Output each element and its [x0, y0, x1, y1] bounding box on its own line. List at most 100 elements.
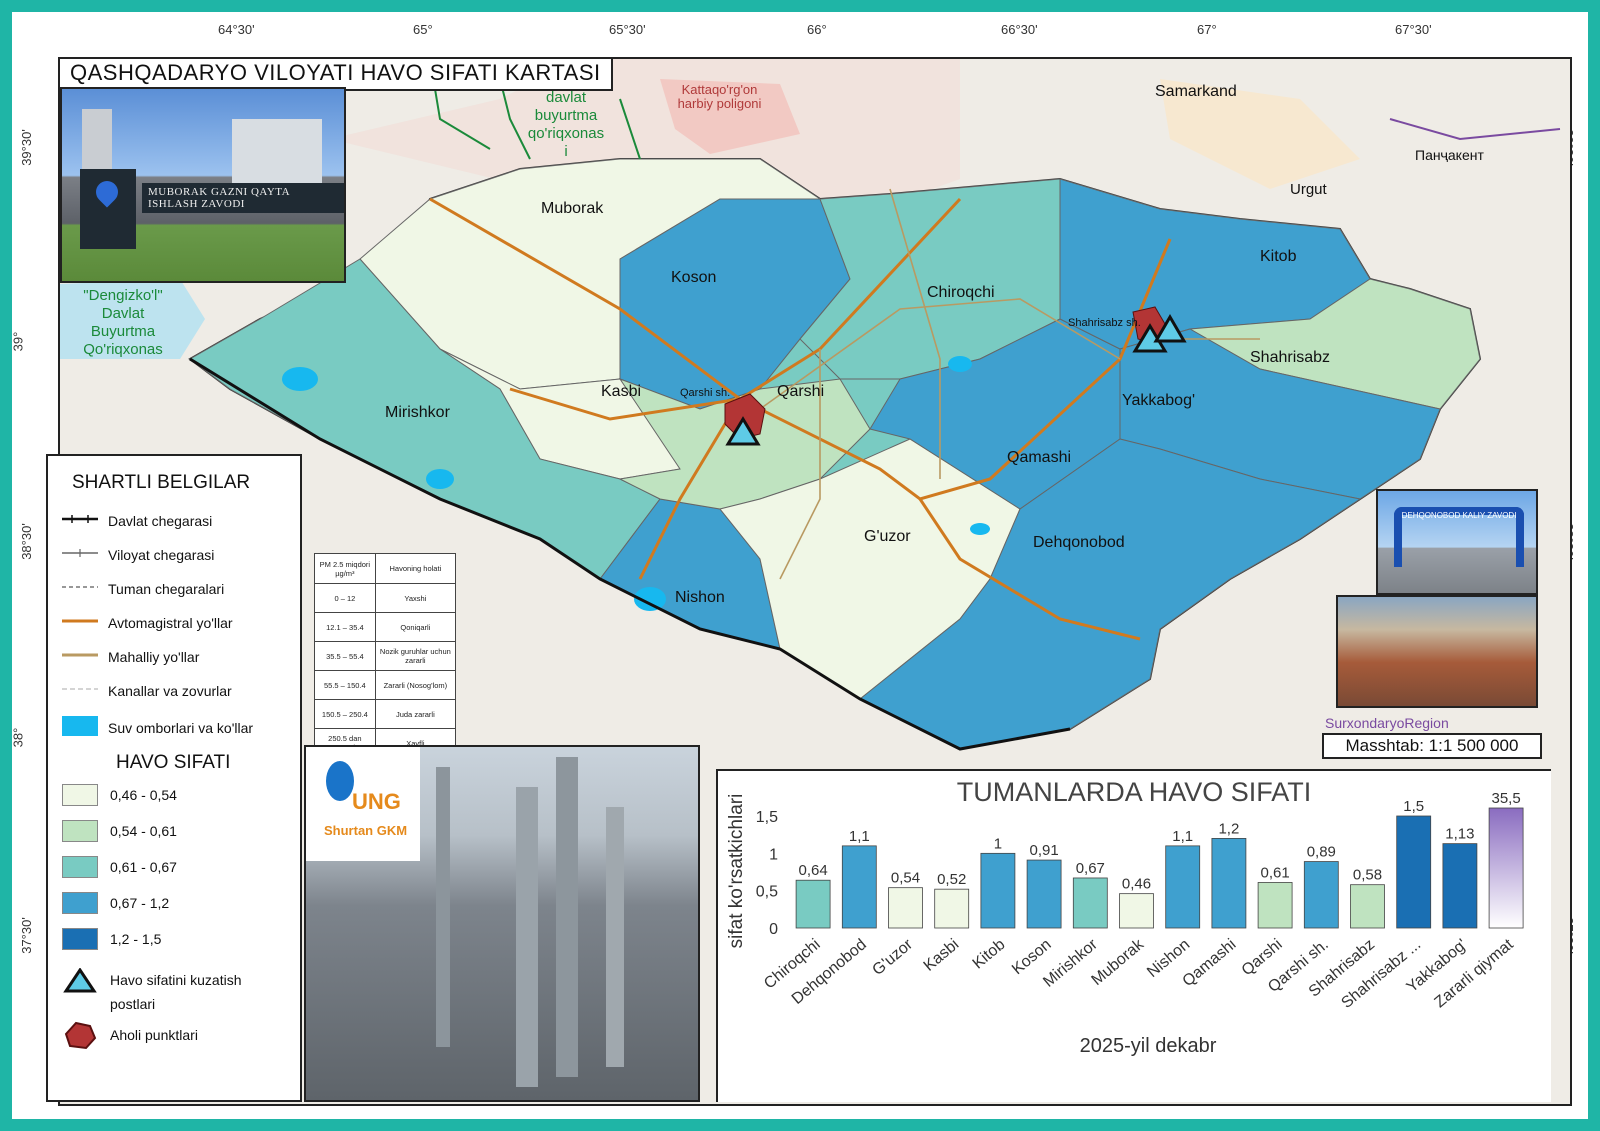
state-line-icon — [62, 512, 98, 529]
air-quality-chart-panel: TUMANLARDA HAVO SIFATI sifat ko'rsatkichl… — [716, 769, 1551, 1102]
photo-caption-dehqonobod: DEHQONOBOD KALIY ZAVODI — [1401, 511, 1517, 520]
district-label-chiroqchi: Chiroqchi — [927, 284, 995, 301]
legend-line-region: Viloyat chegarasi — [62, 546, 214, 563]
chart-y-tick-label: 1,5 — [756, 809, 778, 826]
legend-quality-class: 0,46 - 0,54 — [62, 784, 177, 806]
legend-settlement-label: Aholi punktlari — [110, 1027, 198, 1043]
pm25-table: PM 2.5 miqdori µg/m³ Havoning holati 0 –… — [314, 553, 457, 758]
legend-quality-label: 0,46 - 0,54 — [110, 787, 177, 803]
place-samarkand: Samarkand — [1155, 83, 1237, 100]
highway-line-icon — [62, 614, 98, 631]
district-label-kasbi: Kasbi — [601, 383, 642, 400]
place-surxondaryo: SurxondaryoRegion — [1325, 715, 1449, 731]
legend-line-label: Davlat chegarasi — [108, 512, 213, 529]
pm-status-cell: Nozik guruhlar uchun zararli — [374, 641, 457, 671]
legend-station-label: Havo sifatini kuzatish postlari — [110, 972, 242, 1012]
chart-bar — [934, 888, 970, 929]
pm-table-row: 12.1 – 35.4 Qoniqarli — [314, 612, 457, 642]
district-label-kitob: Kitob — [1260, 248, 1297, 265]
legend-line-district: Tuman chegaralari — [62, 580, 224, 597]
legend-line-state: Davlat chegarasi — [62, 512, 212, 529]
legend-quality-class: 0,54 - 0,61 — [62, 820, 177, 842]
chart-data-label: 1,5 — [1403, 798, 1424, 815]
longitude-label-top: 65°30' — [609, 22, 646, 37]
chart-data-label: 0,91 — [1029, 842, 1058, 859]
water-line-icon — [62, 716, 98, 739]
pm-status-cell: Yaxshi — [374, 583, 457, 613]
color-swatch — [62, 928, 98, 950]
chart-category-label: Kitob — [970, 936, 1009, 973]
longitude-label-top: 67°30' — [1395, 22, 1432, 37]
pm-range-cell: 0 – 12 — [314, 583, 376, 613]
longitude-label-top: 67° — [1197, 22, 1217, 37]
place-kattaqorgon: Kattaqo'rg'on harbiy poligoni — [677, 82, 762, 111]
legend-quality-label: 1,2 - 1,5 — [110, 931, 162, 947]
air-quality-chart: TUMANLARDA HAVO SIFATI sifat ko'rsatkichl… — [726, 777, 1524, 1057]
chart-category-label: Muborak — [1088, 935, 1147, 989]
chart-bar — [841, 845, 877, 929]
shurtan-logo-text: UNG — [352, 789, 401, 814]
legend-line-water: Suv omborlari va ko'llar — [62, 716, 253, 739]
chart-bar — [1396, 815, 1432, 929]
pm-range-cell: 55.5 – 150.4 — [314, 670, 376, 700]
flame-icon — [326, 761, 354, 801]
district-label-yakkabog: Yakkabog' — [1122, 392, 1196, 409]
color-swatch — [62, 856, 98, 878]
chart-bar — [1488, 807, 1524, 929]
chart-bar — [1211, 838, 1247, 929]
photo-dehqonobod-site — [1336, 595, 1538, 708]
longitude-label-top: 66°30' — [1001, 22, 1038, 37]
place-dengizkol: "Dengizko'l" Davlat Buyurtma Qo'riqxonas — [83, 287, 163, 358]
pm-table-row: 35.5 – 55.4 Nozik guruhlar uchun zararli — [314, 641, 457, 671]
district-line-icon — [62, 580, 98, 597]
legend-line-label: Tuman chegaralari — [108, 580, 225, 597]
latitude-label-left: 39°30' — [18, 129, 34, 166]
chart-data-label: 0,67 — [1076, 860, 1105, 877]
chart-bar — [1257, 882, 1293, 929]
chart-category-label: Zararli qiymat — [1432, 936, 1518, 1012]
chart-data-label: 1,2 — [1218, 820, 1239, 837]
pm-table-row: 150.5 – 250.4 Juda zararli — [314, 699, 457, 729]
chart-bar — [1119, 893, 1154, 929]
color-swatch — [62, 820, 98, 842]
chart-y-tick-label: 1 — [769, 846, 778, 863]
quality-legend-title: HAVO SIFATI — [116, 752, 231, 773]
chart-data-label: 0,64 — [798, 862, 827, 879]
photo-dehqonobod-potash-plant: DEHQONOBOD KALIY ZAVODI — [1376, 489, 1538, 595]
legend-quality-class: 1,2 - 1,5 — [62, 928, 161, 950]
district-label-nishon: Nishon — [675, 589, 725, 606]
settlement-icon — [64, 1021, 97, 1050]
legend-line-label: Avtomagistral yo'llar — [108, 614, 233, 631]
longitude-label-top: 64°30' — [218, 22, 255, 37]
legend-quality-label: 0,67 - 1,2 — [110, 895, 170, 911]
latitude-label-left: 37°30' — [18, 917, 34, 954]
chart-data-label: 0,54 — [891, 870, 920, 887]
district-label-dehqonobod: Dehqonobod — [1033, 534, 1125, 551]
district-label-mirishkor: Mirishkor — [385, 404, 450, 421]
district-label-muborak: Muborak — [541, 200, 604, 217]
place-shahrisabz-sh: Shahrisabz sh. — [1068, 317, 1141, 329]
legend-panel: SHARTLI BELGILAR Davlat chegarasi Viloyat… — [46, 454, 302, 1102]
chart-data-label: 1,13 — [1445, 826, 1474, 843]
chart-data-label: 35,5 — [1491, 790, 1520, 807]
color-swatch — [62, 892, 98, 914]
chart-bar — [1026, 859, 1062, 929]
chart-bar — [1350, 884, 1385, 929]
chart-data-label: 0,61 — [1260, 864, 1289, 881]
district-label-guzor: G'uzor — [864, 528, 911, 545]
local-line-icon — [62, 648, 98, 665]
pm-status-cell: Qoniqarli — [374, 612, 457, 642]
chart-data-label: 0,46 — [1122, 876, 1151, 893]
photo-muborak-gas-plant: MUBORAK GAZNI QAYTA ISHLASH ZAVODI — [60, 87, 346, 283]
latitude-label-left: 39° — [10, 331, 26, 352]
pm-range-cell: 12.1 – 35.4 — [314, 612, 376, 642]
place-urgut: Urgut — [1290, 181, 1327, 198]
legend-quality-class: 0,61 - 0,67 — [62, 856, 177, 878]
chart-y-tick-label: 0,5 — [756, 884, 778, 901]
legend-line-local: Mahalliy yo'llar — [62, 648, 199, 665]
shurtan-logo-subtitle: Shurtan GKM — [324, 823, 408, 838]
chart-data-label: 0,52 — [937, 871, 966, 888]
district-label-shahrisabz: Shahrisabz — [1250, 349, 1331, 366]
pm-table-header-2: Havoning holati — [374, 553, 457, 584]
pm-range-cell: 35.5 – 55.4 — [314, 641, 376, 671]
